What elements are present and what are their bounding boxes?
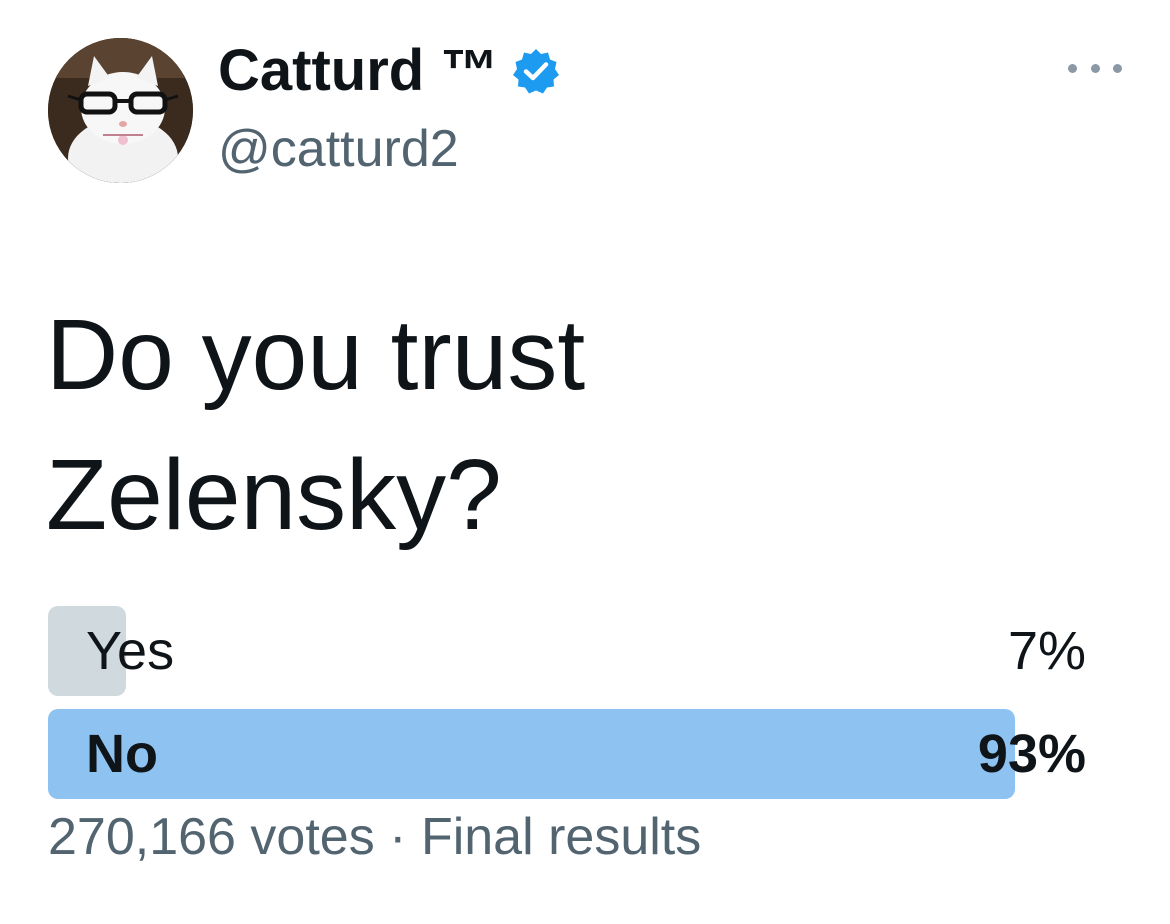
tweet-text: Do you trust Zelensky? xyxy=(46,299,586,551)
more-horizontal-icon-dot xyxy=(1113,63,1122,73)
avatar[interactable] xyxy=(48,38,193,183)
more-options-button[interactable] xyxy=(1068,56,1122,80)
poll-option-no: No 93% xyxy=(48,709,1088,799)
poll-footer: 270,166 votes · Final results xyxy=(48,806,701,868)
poll-option-percent: 93% xyxy=(977,724,1086,784)
poll-result-bar xyxy=(48,709,1016,799)
more-horizontal-icon-dot xyxy=(1068,63,1077,73)
cat-avatar-icon xyxy=(48,38,193,183)
display-name[interactable]: Catturd ™ xyxy=(218,38,560,104)
poll-footer-separator: · xyxy=(389,808,407,866)
poll-option-yes: Yes 7% xyxy=(48,606,1088,696)
more-horizontal-icon-dot xyxy=(1090,63,1100,73)
poll-vote-count: 270,166 votes xyxy=(48,808,375,866)
verified-badge-icon xyxy=(513,49,560,94)
poll-option-percent: 7% xyxy=(1007,621,1086,681)
poll-status: Final results xyxy=(420,808,702,866)
poll-option-label: Yes xyxy=(86,621,175,681)
poll-option-label: No xyxy=(86,724,158,784)
display-name-text: Catturd ™ xyxy=(218,38,499,103)
author-handle[interactable]: @catturd2 xyxy=(218,118,459,180)
